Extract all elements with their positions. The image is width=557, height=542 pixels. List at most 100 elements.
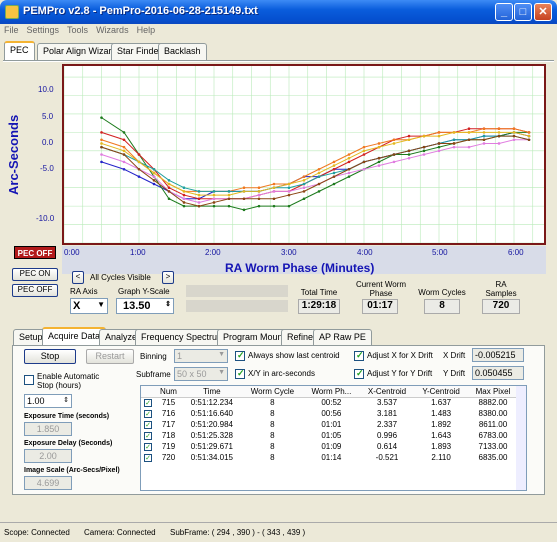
table-row[interactable]: ✓ 718 0:51:25.328 8 01:05 0.996 1.643 6783.00 xyxy=(141,430,518,441)
data-point xyxy=(257,197,261,201)
table-cell: 6835.00 xyxy=(478,453,508,462)
data-point xyxy=(512,138,516,142)
data-point xyxy=(332,171,336,175)
always-centroid-checkbox[interactable] xyxy=(235,350,245,361)
adjust-y-checkbox[interactable] xyxy=(354,368,364,379)
exposure-delay-field[interactable]: 2.00 xyxy=(24,449,72,463)
data-grid[interactable]: Num Time Worm Cycle Worm Ph... X-Centroi… xyxy=(140,385,527,491)
xy-arcsec-checkbox[interactable] xyxy=(235,368,245,379)
row-checkbox[interactable]: ✓ xyxy=(141,397,155,408)
subtab-program-mount[interactable]: Program Mount xyxy=(217,329,292,346)
series-line xyxy=(101,117,529,211)
tab-divider xyxy=(3,60,554,62)
data-point xyxy=(407,138,411,142)
binning-select[interactable]: 1 ▼ xyxy=(174,349,228,363)
subframe-select[interactable]: 50 x 50 ▼ xyxy=(174,367,228,381)
prev-cycle-button[interactable]: < xyxy=(72,271,84,284)
data-point xyxy=(317,190,321,193)
data-point xyxy=(122,153,126,156)
table-cell: 00:52 xyxy=(321,398,342,408)
data-point xyxy=(437,145,441,149)
spinner-icon: ⇕ xyxy=(165,301,171,308)
exposure-time-field[interactable]: 1.850 xyxy=(24,422,72,436)
data-point xyxy=(272,190,276,193)
table-cell: -0.521 xyxy=(375,453,399,462)
row-checkbox[interactable]: ✓ xyxy=(141,408,155,419)
table-cell: 1.643 xyxy=(431,431,452,440)
table-cell: 1.892 xyxy=(431,420,452,429)
restart-button[interactable]: Restart xyxy=(86,349,134,364)
data-point xyxy=(437,134,441,138)
grid-scrollbar[interactable] xyxy=(516,386,526,490)
data-point xyxy=(407,153,411,156)
menu-tools[interactable]: Tools xyxy=(63,24,92,36)
ydrift-label: Y Drift xyxy=(443,369,466,378)
adjust-x-checkbox[interactable] xyxy=(354,350,364,361)
data-point xyxy=(422,134,426,138)
table-row[interactable]: ✓ 719 0:51:29.671 8 01:09 0.614 1.893 7133.00 xyxy=(141,441,518,452)
data-point xyxy=(347,160,351,164)
data-point xyxy=(317,171,321,175)
data-point xyxy=(197,204,201,208)
menu-help[interactable]: Help xyxy=(133,24,160,36)
data-point xyxy=(167,179,171,182)
maximize-button[interactable]: □ xyxy=(514,3,532,21)
data-point xyxy=(257,190,261,193)
yscale-field[interactable]: 13.50 ⇕ xyxy=(116,298,174,314)
column-header-select xyxy=(141,386,155,398)
table-row[interactable]: ✓ 720 0:51:34.015 8 01:14 -0.521 2.110 6835.00 xyxy=(141,452,518,463)
tab-polar-align[interactable]: Polar Align Wizard xyxy=(37,43,123,60)
pec-on-button[interactable]: PEC ON xyxy=(12,268,58,281)
data-point xyxy=(272,186,276,189)
pec-off-button[interactable]: PEC OFF xyxy=(12,284,58,297)
close-button[interactable]: ✕ xyxy=(534,3,552,21)
chevron-down-icon: ▼ xyxy=(218,351,225,358)
subtab-acquire-data[interactable]: Acquire Data xyxy=(42,327,107,346)
data-point xyxy=(332,175,336,178)
table-row[interactable]: ✓ 715 0:51:12.234 8 00:52 3.537 1.637 8882.00 xyxy=(141,397,518,408)
next-cycle-button[interactable]: > xyxy=(162,271,174,284)
table-row[interactable]: ✓ 717 0:51:20.984 8 01:01 2.337 1.892 8611.00 xyxy=(141,419,518,430)
data-point xyxy=(302,179,306,182)
tab-backlash[interactable]: Backlash xyxy=(158,43,207,60)
minimize-button[interactable]: _ xyxy=(495,3,513,21)
ra-axis-value: X xyxy=(73,300,81,312)
row-checkbox[interactable]: ✓ xyxy=(141,419,155,430)
subtab-ap-raw-pe[interactable]: AP Raw PE xyxy=(313,329,372,346)
data-point xyxy=(377,156,381,160)
column-header: Max Pixel xyxy=(467,386,518,398)
data-point xyxy=(377,164,381,167)
data-point xyxy=(452,131,456,134)
data-point xyxy=(392,160,396,164)
stat-label-worm-cycles: Worm Cycles xyxy=(418,288,466,297)
ra-axis-select[interactable]: X ▼ xyxy=(70,298,108,314)
image-scale-field[interactable]: 4.699 xyxy=(24,476,72,490)
table-cell: 1.483 xyxy=(431,409,452,418)
table-cell: 0.996 xyxy=(377,431,398,440)
auto-stop-hours-field[interactable]: 1.00 ⇕ xyxy=(24,394,72,408)
data-point xyxy=(317,167,321,171)
stop-button[interactable]: Stop xyxy=(24,349,76,364)
menu-wizards[interactable]: Wizards xyxy=(92,24,133,36)
menu-settings[interactable]: Settings xyxy=(23,24,64,36)
menu-file[interactable]: File xyxy=(0,24,23,36)
table-row[interactable]: ✓ 716 0:51:16.640 8 00:56 3.181 1.483 8380.00 xyxy=(141,408,518,419)
tab-pec[interactable]: PEC xyxy=(4,41,35,60)
auto-stop-checkbox[interactable] xyxy=(24,375,34,385)
data-point xyxy=(437,131,441,134)
image-scale-label: Image Scale (Arc-Secs/Pixel) xyxy=(24,467,120,474)
data-point xyxy=(347,175,351,178)
row-checkbox[interactable]: ✓ xyxy=(141,430,155,441)
column-header: Y-Centroid xyxy=(414,386,468,398)
data-point xyxy=(422,149,426,153)
stat-total-time: 1:29:18 xyxy=(298,299,340,314)
x-tick-label: 0:00 xyxy=(64,248,80,257)
subframe-value: 50 x 50 xyxy=(177,369,207,379)
data-point xyxy=(467,145,471,149)
data-point xyxy=(452,145,456,149)
table-cell: 0:51:16.640 xyxy=(190,409,233,418)
row-checkbox[interactable]: ✓ xyxy=(141,452,155,463)
data-point xyxy=(182,186,186,189)
stat-label-total-time: Total Time xyxy=(300,288,338,297)
row-checkbox[interactable]: ✓ xyxy=(141,441,155,452)
